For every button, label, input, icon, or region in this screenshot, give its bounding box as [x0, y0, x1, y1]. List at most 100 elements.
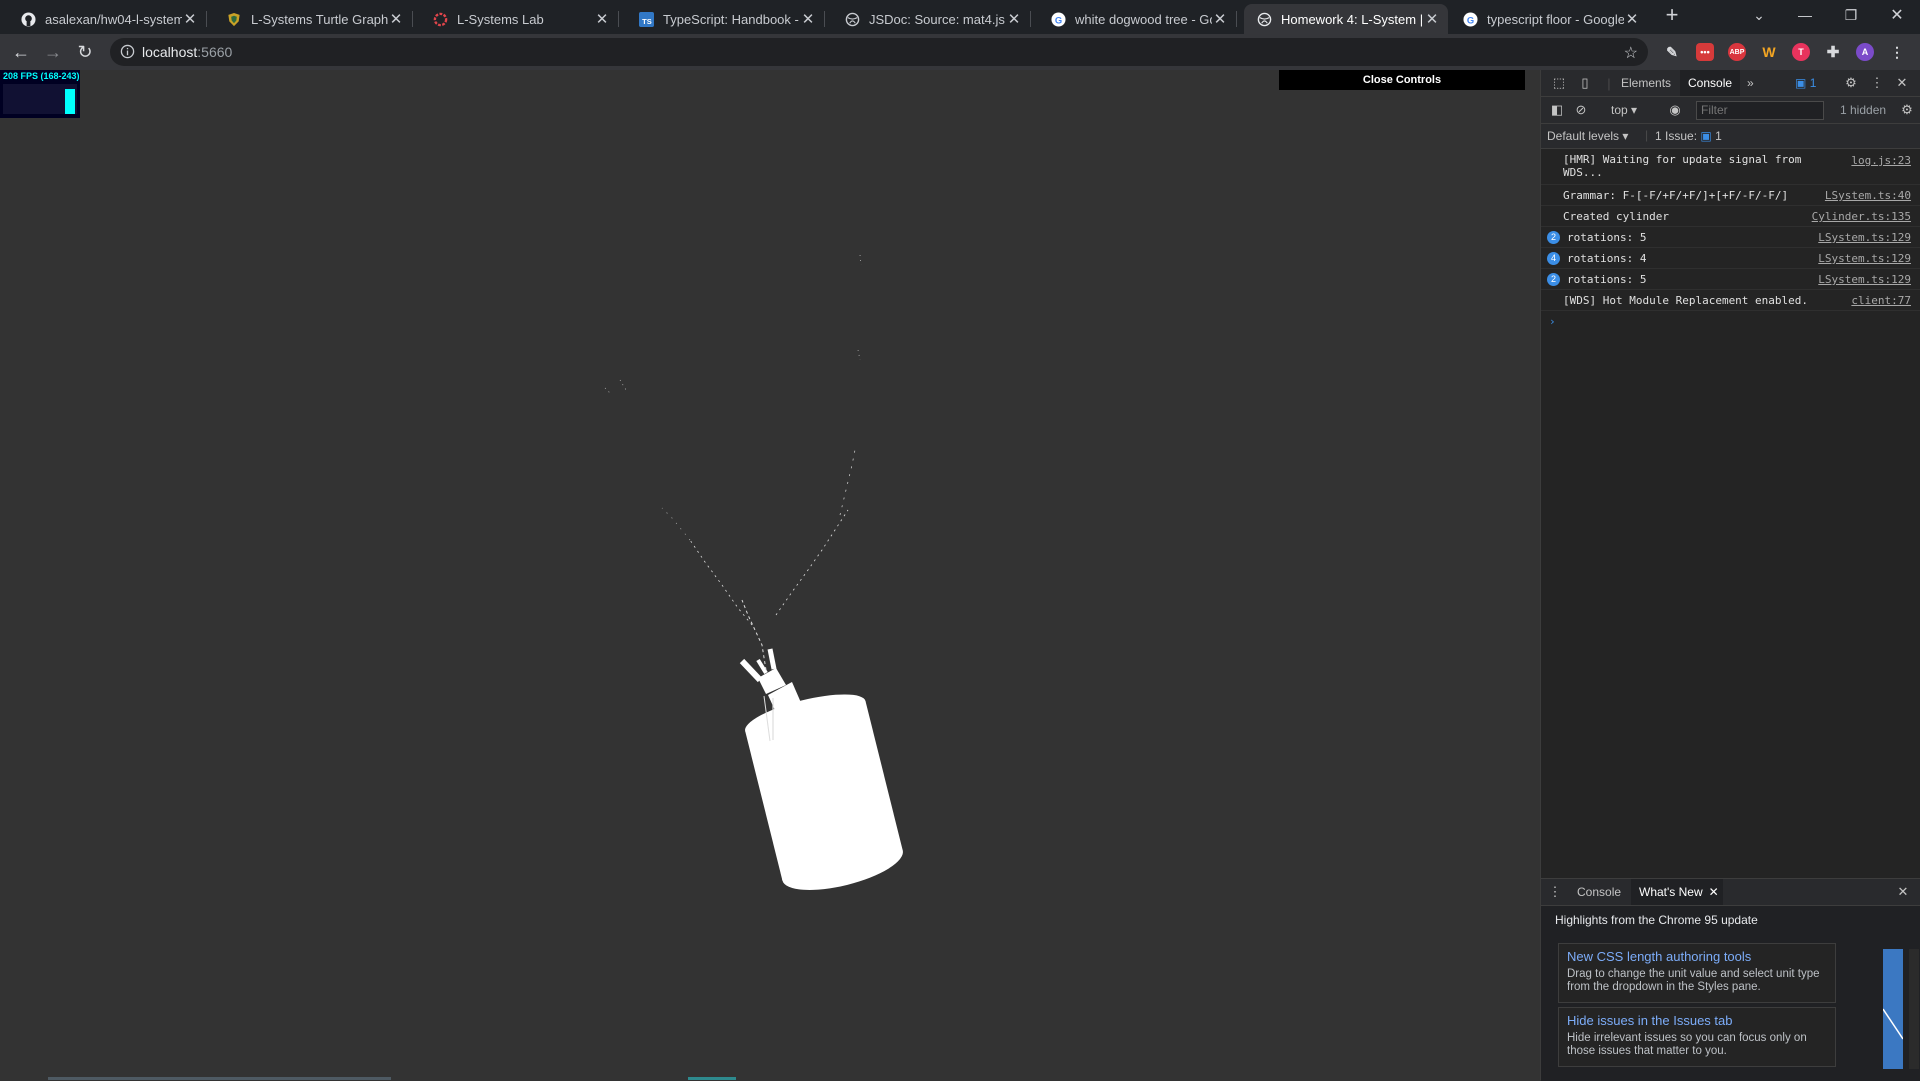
- github-icon: [20, 11, 36, 27]
- clear-console-icon[interactable]: ⊘: [1573, 102, 1589, 118]
- pen-extension-icon[interactable]: ✎: [1663, 43, 1681, 61]
- browser-tab[interactable]: L-Systems Lab ✕: [420, 4, 619, 34]
- device-toggle-icon[interactable]: ▯: [1577, 75, 1593, 91]
- whats-new-heading: Highlights from the Chrome 95 update: [1555, 913, 1758, 927]
- fps-stats-panel[interactable]: 208 FPS (168-243): [0, 70, 80, 118]
- puzzle-extensions-icon[interactable]: ✚: [1824, 43, 1842, 61]
- close-drawer-icon[interactable]: ✕: [1895, 884, 1911, 900]
- t-extension-icon[interactable]: T: [1792, 43, 1810, 61]
- browser-tab[interactable]: JSDoc: Source: mat4.js ✕: [832, 4, 1031, 34]
- console-settings-icon[interactable]: ⚙: [1899, 102, 1915, 118]
- browser-tab[interactable]: L-Systems Turtle Graphics ✕: [214, 4, 413, 34]
- levels-dropdown[interactable]: Default levels ▾: [1547, 129, 1628, 143]
- settings-gear-icon[interactable]: ⚙: [1843, 75, 1859, 91]
- browser-tab[interactable]: G typescript floor - Google S ✕: [1450, 4, 1648, 34]
- close-icon[interactable]: ✕: [800, 11, 816, 28]
- svg-text:G: G: [1466, 15, 1473, 25]
- message-icon: ▣: [1795, 76, 1807, 90]
- sidebar-toggle-icon[interactable]: ◧: [1549, 102, 1565, 118]
- source-link[interactable]: LSystem.ts:40: [1825, 189, 1911, 202]
- info-icon[interactable]: [120, 44, 135, 64]
- source-link[interactable]: client:77: [1851, 294, 1911, 307]
- drawer-tab-console[interactable]: Console: [1569, 879, 1629, 905]
- card-title[interactable]: Hide issues in the Issues tab: [1567, 1013, 1732, 1028]
- devtools-menu-icon[interactable]: ⋮: [1869, 75, 1885, 91]
- url-host: localhost: [142, 44, 198, 60]
- new-tab-button[interactable]: +: [1650, 0, 1694, 30]
- globe-icon: [844, 11, 860, 27]
- browser-tab[interactable]: asalexan/hw04-l-systems ✕: [8, 4, 207, 34]
- close-icon[interactable]: ✕: [1006, 11, 1022, 28]
- more-tabs-button[interactable]: »: [1739, 70, 1762, 96]
- source-link[interactable]: LSystem.ts:129: [1818, 252, 1911, 265]
- console-message[interactable]: [WDS] Hot Module Replacement enabled. cl…: [1541, 290, 1920, 311]
- w-extension-icon[interactable]: W: [1760, 43, 1778, 61]
- address-bar[interactable]: localhost:5660 ☆: [110, 38, 1648, 66]
- context-select[interactable]: top ▾: [1611, 103, 1637, 117]
- restore-button[interactable]: ❐: [1828, 0, 1874, 30]
- close-icon[interactable]: ✕: [388, 11, 404, 28]
- console-message[interactable]: 4 rotations: 4 LSystem.ts:129: [1541, 248, 1920, 269]
- source-link[interactable]: Cylinder.ts:135: [1812, 210, 1911, 223]
- console-message[interactable]: Grammar: F-[-F/+F/+F/]+[+F/-F/-F/] LSyst…: [1541, 185, 1920, 206]
- drawer-scrollbar[interactable]: [1909, 949, 1919, 1069]
- tab-console[interactable]: Console: [1680, 70, 1741, 96]
- lsystem-render: [604, 254, 903, 890]
- eye-icon[interactable]: ◉: [1667, 102, 1683, 118]
- whats-new-card[interactable]: New CSS length authoring tools Drag to c…: [1558, 943, 1836, 1003]
- lastpass-extension-icon[interactable]: •••: [1696, 43, 1714, 61]
- forward-button[interactable]: →: [40, 39, 66, 65]
- card-description: Hide irrelevant issues so you can focus …: [1567, 1032, 1807, 1057]
- issues-button[interactable]: 1 Issue: ▣ 1: [1655, 129, 1722, 143]
- close-icon[interactable]: ✕: [1212, 11, 1228, 28]
- browser-toolbar: ← → ↻ localhost:5660 ☆ ✎ ••• ABP W T ✚ A…: [0, 34, 1920, 70]
- adblock-extension-icon[interactable]: ABP: [1728, 43, 1746, 61]
- menu-dots-icon[interactable]: ⋮: [1888, 43, 1906, 61]
- tab-elements[interactable]: Elements: [1613, 70, 1679, 96]
- console-messages: [HMR] Waiting for update signal from WDS…: [1541, 150, 1920, 331]
- close-icon[interactable]: ✕: [182, 11, 198, 28]
- console-message[interactable]: 2 rotations: 5 LSystem.ts:129: [1541, 269, 1920, 290]
- drawer-tab-whats-new[interactable]: What's New ✕: [1631, 879, 1723, 905]
- card-description: Drag to change the unit value and select…: [1567, 968, 1820, 993]
- tab-search-icon[interactable]: ⌄: [1736, 0, 1782, 30]
- window-close-button[interactable]: ✕: [1874, 0, 1920, 30]
- source-link[interactable]: LSystem.ts:129: [1818, 273, 1911, 286]
- tab-title: Homework 4: L-System | C: [1281, 11, 1424, 27]
- webgl-canvas[interactable]: [0, 70, 1540, 1080]
- repeat-count-badge: 2: [1547, 273, 1560, 286]
- source-link[interactable]: log.js:23: [1851, 154, 1911, 167]
- issues-counter[interactable]: ▣ 1: [1787, 70, 1824, 96]
- release-thumbnail: [1882, 949, 1904, 1069]
- minimize-button[interactable]: —: [1782, 0, 1828, 30]
- source-link[interactable]: LSystem.ts:129: [1818, 231, 1911, 244]
- profile-avatar[interactable]: A: [1856, 43, 1874, 61]
- console-text: Grammar: F-[-F/+F/+F/]+[+F/-F/-F/]: [1563, 189, 1789, 202]
- card-title[interactable]: New CSS length authoring tools: [1567, 949, 1751, 964]
- inspect-element-icon[interactable]: ⬚: [1551, 75, 1567, 91]
- back-button[interactable]: ←: [8, 39, 34, 65]
- tab-title: typescript floor - Google S: [1487, 11, 1624, 27]
- console-toolbar: ◧ ⊘ top ▾ ◉ 1 hidden ⚙: [1541, 97, 1920, 124]
- browser-tab[interactable]: G white dogwood tree - Goo ✕: [1038, 4, 1237, 34]
- console-message[interactable]: Created cylinder Cylinder.ts:135: [1541, 206, 1920, 227]
- browser-tab[interactable]: TS TypeScript: Handbook - Ba ✕: [626, 4, 825, 34]
- close-icon[interactable]: ✕: [1624, 11, 1640, 28]
- url-text[interactable]: localhost:5660: [142, 44, 232, 60]
- console-message[interactable]: [HMR] Waiting for update signal from WDS…: [1541, 150, 1920, 185]
- whats-new-card[interactable]: Hide issues in the Issues tab Hide irrel…: [1558, 1007, 1836, 1067]
- drawer-menu-icon[interactable]: ⋮: [1547, 884, 1563, 900]
- close-icon[interactable]: ✕: [594, 11, 610, 28]
- reload-button[interactable]: ↻: [72, 39, 98, 65]
- close-devtools-icon[interactable]: ✕: [1894, 75, 1910, 91]
- close-controls-button[interactable]: Close Controls: [1279, 70, 1525, 90]
- console-prompt[interactable]: ›: [1541, 311, 1920, 331]
- close-icon[interactable]: ✕: [1709, 879, 1719, 905]
- filter-input[interactable]: [1696, 101, 1824, 120]
- close-icon[interactable]: ✕: [1424, 11, 1440, 28]
- console-message[interactable]: 2 rotations: 5 LSystem.ts:129: [1541, 227, 1920, 248]
- browser-tab-active[interactable]: Homework 4: L-System | C ✕: [1244, 4, 1448, 34]
- console-text: [HMR] Waiting for update signal from WDS…: [1563, 153, 1802, 179]
- bookmark-star-icon[interactable]: ☆: [1624, 43, 1638, 63]
- tab-title: white dogwood tree - Goo: [1075, 11, 1212, 27]
